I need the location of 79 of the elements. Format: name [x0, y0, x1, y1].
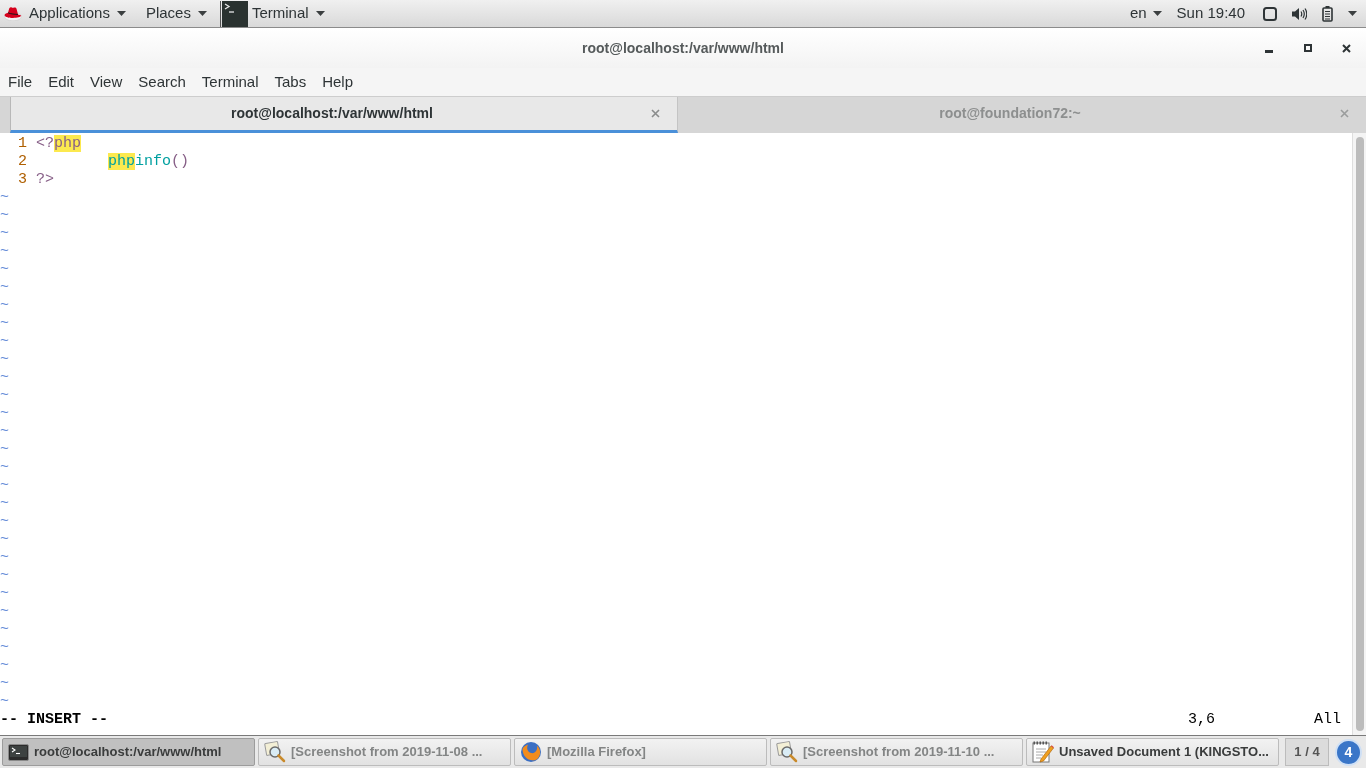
empty-line-marker: ~ — [0, 567, 9, 585]
screen-icon — [1263, 6, 1277, 21]
empty-line-marker: ~ — [0, 603, 9, 621]
empty-line-marker: ~ — [0, 639, 9, 657]
input-source-button[interactable]: en — [1129, 2, 1162, 25]
empty-line-marker: ~ — [0, 441, 9, 459]
empty-line-marker: ~ — [0, 333, 9, 351]
magnifier-picture-icon — [264, 741, 286, 763]
notepad-pencil-icon — [1032, 741, 1054, 763]
caret-icon — [315, 11, 325, 16]
top-menu-button[interactable]: Places — [145, 2, 207, 25]
terminal-icon — [221, 0, 248, 27]
empty-line-marker: ~ — [0, 243, 9, 261]
empty-line-marker: ~ — [0, 423, 9, 441]
code-line: <?php — [36, 135, 82, 153]
menu-item[interactable]: Tabs — [266, 70, 315, 94]
scroll-position: All — [1314, 711, 1341, 729]
taskbar-item[interactable]: Unsaved Document 1 (KINGSTO... — [1026, 738, 1279, 766]
hat-icon[interactable] — [4, 6, 22, 21]
empty-line-marker: ~ — [0, 621, 9, 639]
terminal-icon — [8, 743, 29, 761]
empty-line-marker: ~ — [0, 657, 9, 675]
top-menu-button[interactable]: Applications — [29, 2, 126, 25]
menu-item[interactable]: Search — [130, 70, 194, 94]
empty-line-marker: ~ — [0, 693, 9, 711]
globe-icon — [520, 741, 542, 763]
empty-line-marker: ~ — [0, 189, 9, 207]
app-menu-button[interactable]: Terminal — [221, 0, 325, 27]
empty-line-marker: ~ — [0, 351, 9, 369]
menu-item[interactable]: View — [82, 70, 131, 94]
empty-line-marker: ~ — [0, 405, 9, 423]
scrollbar-thumb[interactable] — [1355, 137, 1364, 731]
mode-indicator: -- INSERT -- — [0, 711, 109, 728]
empty-line-marker: ~ — [0, 675, 9, 693]
tab[interactable]: root@localhost:/var/www/html — [10, 97, 678, 133]
empty-line-marker: ~ — [0, 531, 9, 549]
menu-item[interactable]: Help — [314, 70, 362, 94]
close-icon — [1339, 109, 1349, 118]
empty-line-marker: ~ — [0, 207, 9, 225]
empty-line-marker: ~ — [0, 513, 9, 531]
notification-count[interactable]: 4 — [1335, 738, 1362, 766]
empty-line-marker: ~ — [0, 225, 9, 243]
battery-icon — [1322, 5, 1333, 22]
window-title: root@localhost:/var/www/html — [582, 38, 784, 58]
volume-icon — [1292, 6, 1307, 21]
minimize-icon — [1264, 50, 1273, 53]
workspace-switcher[interactable]: 1 / 4 — [1285, 738, 1329, 766]
close-icon — [650, 109, 660, 118]
empty-line-marker: ~ — [0, 585, 9, 603]
caret-icon — [1152, 11, 1162, 16]
empty-line-marker: ~ — [0, 297, 9, 315]
caret-icon — [197, 11, 207, 16]
menu-item[interactable]: Edit — [40, 70, 83, 94]
maximize-icon — [1303, 44, 1312, 52]
empty-line-marker: ~ — [0, 549, 9, 567]
cursor-position: 3,6 — [1188, 711, 1215, 728]
taskbar-item[interactable]: root@localhost:/var/www/html — [2, 738, 255, 766]
empty-line-marker: ~ — [0, 315, 9, 333]
line-number: 1 — [17, 135, 27, 153]
close-icon — [1342, 43, 1351, 53]
system-menu-button[interactable] — [1263, 5, 1357, 22]
caret-icon — [116, 11, 126, 16]
menu-item[interactable]: Terminal — [193, 70, 267, 94]
line-number: 2 — [17, 153, 27, 171]
scrollbar[interactable] — [1352, 133, 1366, 735]
empty-line-marker: ~ — [0, 387, 9, 405]
code-line: phpinfo() — [108, 153, 190, 171]
empty-line-marker: ~ — [0, 369, 9, 387]
empty-line-marker: ~ — [0, 477, 9, 495]
magnifier-picture-icon — [776, 741, 798, 763]
line-number: 3 — [17, 171, 27, 189]
clock[interactable]: Sun 19:40 — [1176, 2, 1245, 25]
empty-line-marker: ~ — [0, 459, 9, 477]
caret-icon — [1348, 11, 1357, 16]
empty-line-marker: ~ — [0, 261, 9, 279]
empty-line-marker: ~ — [0, 279, 9, 297]
empty-line-marker: ~ — [0, 495, 9, 513]
menu-item[interactable]: File — [0, 70, 41, 94]
code-line: ?> — [36, 171, 54, 189]
